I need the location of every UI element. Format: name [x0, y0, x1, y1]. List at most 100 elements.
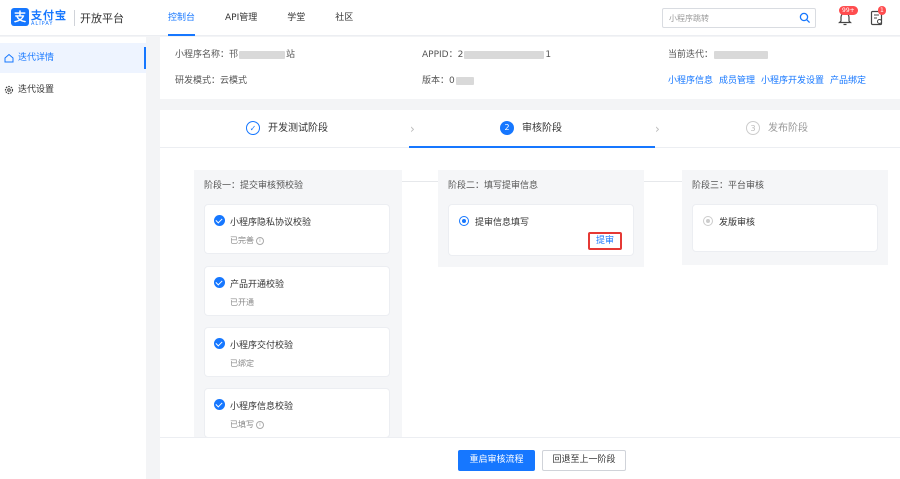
rollback-stage-button[interactable]: 回退至上一阶段 [542, 450, 626, 471]
stage-precheck: 阶段一：提交审核预校验 小程序隐私协议校验 已完善 i 产品开通校验 已开通 小程… [194, 170, 402, 438]
version-value-start: 0 [449, 76, 455, 86]
appid-field: APPID：2 1 [422, 47, 551, 60]
notification-count-badge: 99+ [839, 6, 858, 15]
release-review-option[interactable]: 发版审核 [692, 204, 878, 252]
search-input[interactable] [663, 9, 793, 27]
gear-icon [4, 85, 14, 95]
main-nav: 控制台 API管理 学堂 社区 [168, 0, 383, 36]
dev-mode-field: 研发模式：云模式 [175, 73, 247, 86]
option-label: 发版审核 [719, 218, 756, 228]
search-icon[interactable] [799, 12, 811, 24]
check-status: 已开通 [230, 298, 254, 307]
check-circle-icon [214, 399, 225, 410]
check-status-text: 已填写 [230, 420, 254, 429]
step-review[interactable]: 2 审核阶段 [500, 120, 562, 138]
home-icon [4, 53, 14, 63]
check-status: 已完善 i [230, 235, 264, 246]
step-done-check-icon: ✓ [246, 121, 260, 135]
step-label: 审核阶段 [522, 123, 562, 134]
check-title: 小程序隐私协议校验 [230, 218, 312, 228]
check-title: 产品开通校验 [230, 280, 285, 290]
link-member-management[interactable]: 成员管理 [719, 76, 755, 86]
nav-api-management[interactable]: API管理 [225, 0, 257, 36]
sidebar-item-label: 迭代设置 [18, 85, 55, 95]
app-info-card: 小程序名称：邗 站 APPID：2 1 当前迭代： 研发模式：云模式 版本：0 小程… [160, 37, 900, 99]
radio-disabled [703, 216, 713, 226]
stage-connector [644, 181, 682, 182]
nav-community[interactable]: 社区 [335, 0, 353, 36]
check-status-text: 已完善 [230, 236, 254, 245]
brand-name-en: ALIPAY [31, 21, 54, 27]
link-dev-settings[interactable]: 小程序开发设置 [761, 76, 824, 86]
search-box [662, 8, 816, 28]
info-icon[interactable]: i [256, 420, 264, 429]
option-label: 提审信息填写 [475, 218, 530, 228]
sidebar-item-label: 迭代详情 [18, 53, 55, 63]
quick-links: 小程序信息 成员管理 小程序开发设置 产品绑定 [668, 73, 872, 86]
platform-title[interactable]: 开放平台 [80, 10, 124, 26]
version-label: 版本： [422, 76, 450, 86]
chevron-right-icon: › [410, 122, 415, 136]
redacted-mask [455, 76, 474, 85]
stage-title: 阶段三：平台审核 [692, 181, 765, 191]
check-status: 已绑定 [230, 359, 254, 368]
redacted-mask [464, 50, 545, 59]
todo-count-badge: 1 [878, 6, 886, 15]
stage-connector [400, 181, 438, 182]
nav-console[interactable]: 控制台 [168, 0, 196, 36]
app-name-field: 小程序名称：邗 站 [175, 47, 295, 60]
action-footer: 重启审核流程 回退至上一阶段 [160, 437, 900, 479]
redacted-mask [714, 50, 769, 59]
step-number: 3 [746, 121, 760, 135]
check-circle-icon [214, 215, 225, 226]
appid-value-end: 1 [545, 50, 552, 60]
stage-title: 阶段一：提交审核预校验 [204, 181, 304, 191]
step-number: 2 [500, 121, 514, 135]
check-status: 已填写 i [230, 419, 264, 430]
sidebar-item-iteration-settings[interactable]: 迭代设置 [0, 75, 146, 105]
restart-review-button[interactable]: 重启审核流程 [458, 450, 535, 471]
info-icon[interactable]: i [256, 236, 264, 245]
check-circle-icon [214, 338, 225, 349]
chevron-right-icon: › [655, 122, 660, 136]
check-title: 小程序信息校验 [230, 402, 294, 412]
app-name-value-start: 邗 [229, 50, 239, 60]
step-dev-test[interactable]: ✓ 开发测试阶段 [246, 120, 328, 138]
check-card-app-info: 小程序信息校验 已填写 i [204, 388, 390, 438]
check-card-delivery: 小程序交付校验 已绑定 [204, 327, 390, 377]
step-label: 发布阶段 [768, 123, 808, 134]
step-release[interactable]: 3 发布阶段 [746, 120, 808, 138]
submit-info-option[interactable]: 提审信息填写 提审 [448, 204, 634, 256]
top-navbar: 支 支付宝 ALIPAY 开放平台 控制台 API管理 学堂 社区 99+ 1 [0, 0, 900, 36]
submit-review-button[interactable]: 提审 [588, 232, 622, 250]
check-title: 小程序交付校验 [230, 341, 294, 351]
link-product-binding[interactable]: 产品绑定 [830, 76, 866, 86]
check-circle-icon [214, 277, 225, 288]
dev-mode-value: 云模式 [220, 76, 248, 86]
iteration-label: 当前迭代： [668, 50, 714, 60]
stage-steps: ✓ 开发测试阶段 › 2 审核阶段 › 3 发布阶段 [160, 110, 900, 148]
check-card-product: 产品开通校验 已开通 [204, 266, 390, 316]
logo-divider [74, 10, 75, 26]
version-field: 版本：0 [422, 73, 475, 86]
current-iteration-field: 当前迭代： [668, 47, 769, 60]
stage-title: 阶段二：填写提审信息 [448, 181, 539, 191]
sidebar-item-iteration-detail[interactable]: 迭代详情 [0, 43, 146, 73]
app-name-value-end: 站 [286, 50, 296, 60]
alipay-logo-icon[interactable]: 支 [11, 8, 29, 26]
radio-selected[interactable] [459, 216, 469, 226]
nav-academy[interactable]: 学堂 [287, 0, 305, 36]
app-name-label: 小程序名称： [175, 50, 230, 60]
redacted-mask [239, 50, 286, 59]
step-label: 开发测试阶段 [268, 123, 328, 134]
appid-label: APPID： [422, 50, 458, 60]
link-app-info[interactable]: 小程序信息 [668, 76, 713, 86]
dev-mode-label: 研发模式： [175, 76, 221, 86]
stage-platform-review: 阶段三：平台审核 发版审核 [682, 170, 888, 265]
stage-submit-info: 阶段二：填写提审信息 提审信息填写 提审 [438, 170, 644, 267]
active-step-indicator [409, 146, 655, 148]
check-card-privacy: 小程序隐私协议校验 已完善 i [204, 204, 390, 254]
sidebar: 迭代详情 迭代设置 [0, 37, 146, 479]
iteration-main-card: ✓ 开发测试阶段 › 2 审核阶段 › 3 发布阶段 阶段一：提交审核预校验 小程序隐… [160, 110, 900, 479]
appid-value-start: 2 [457, 50, 464, 60]
